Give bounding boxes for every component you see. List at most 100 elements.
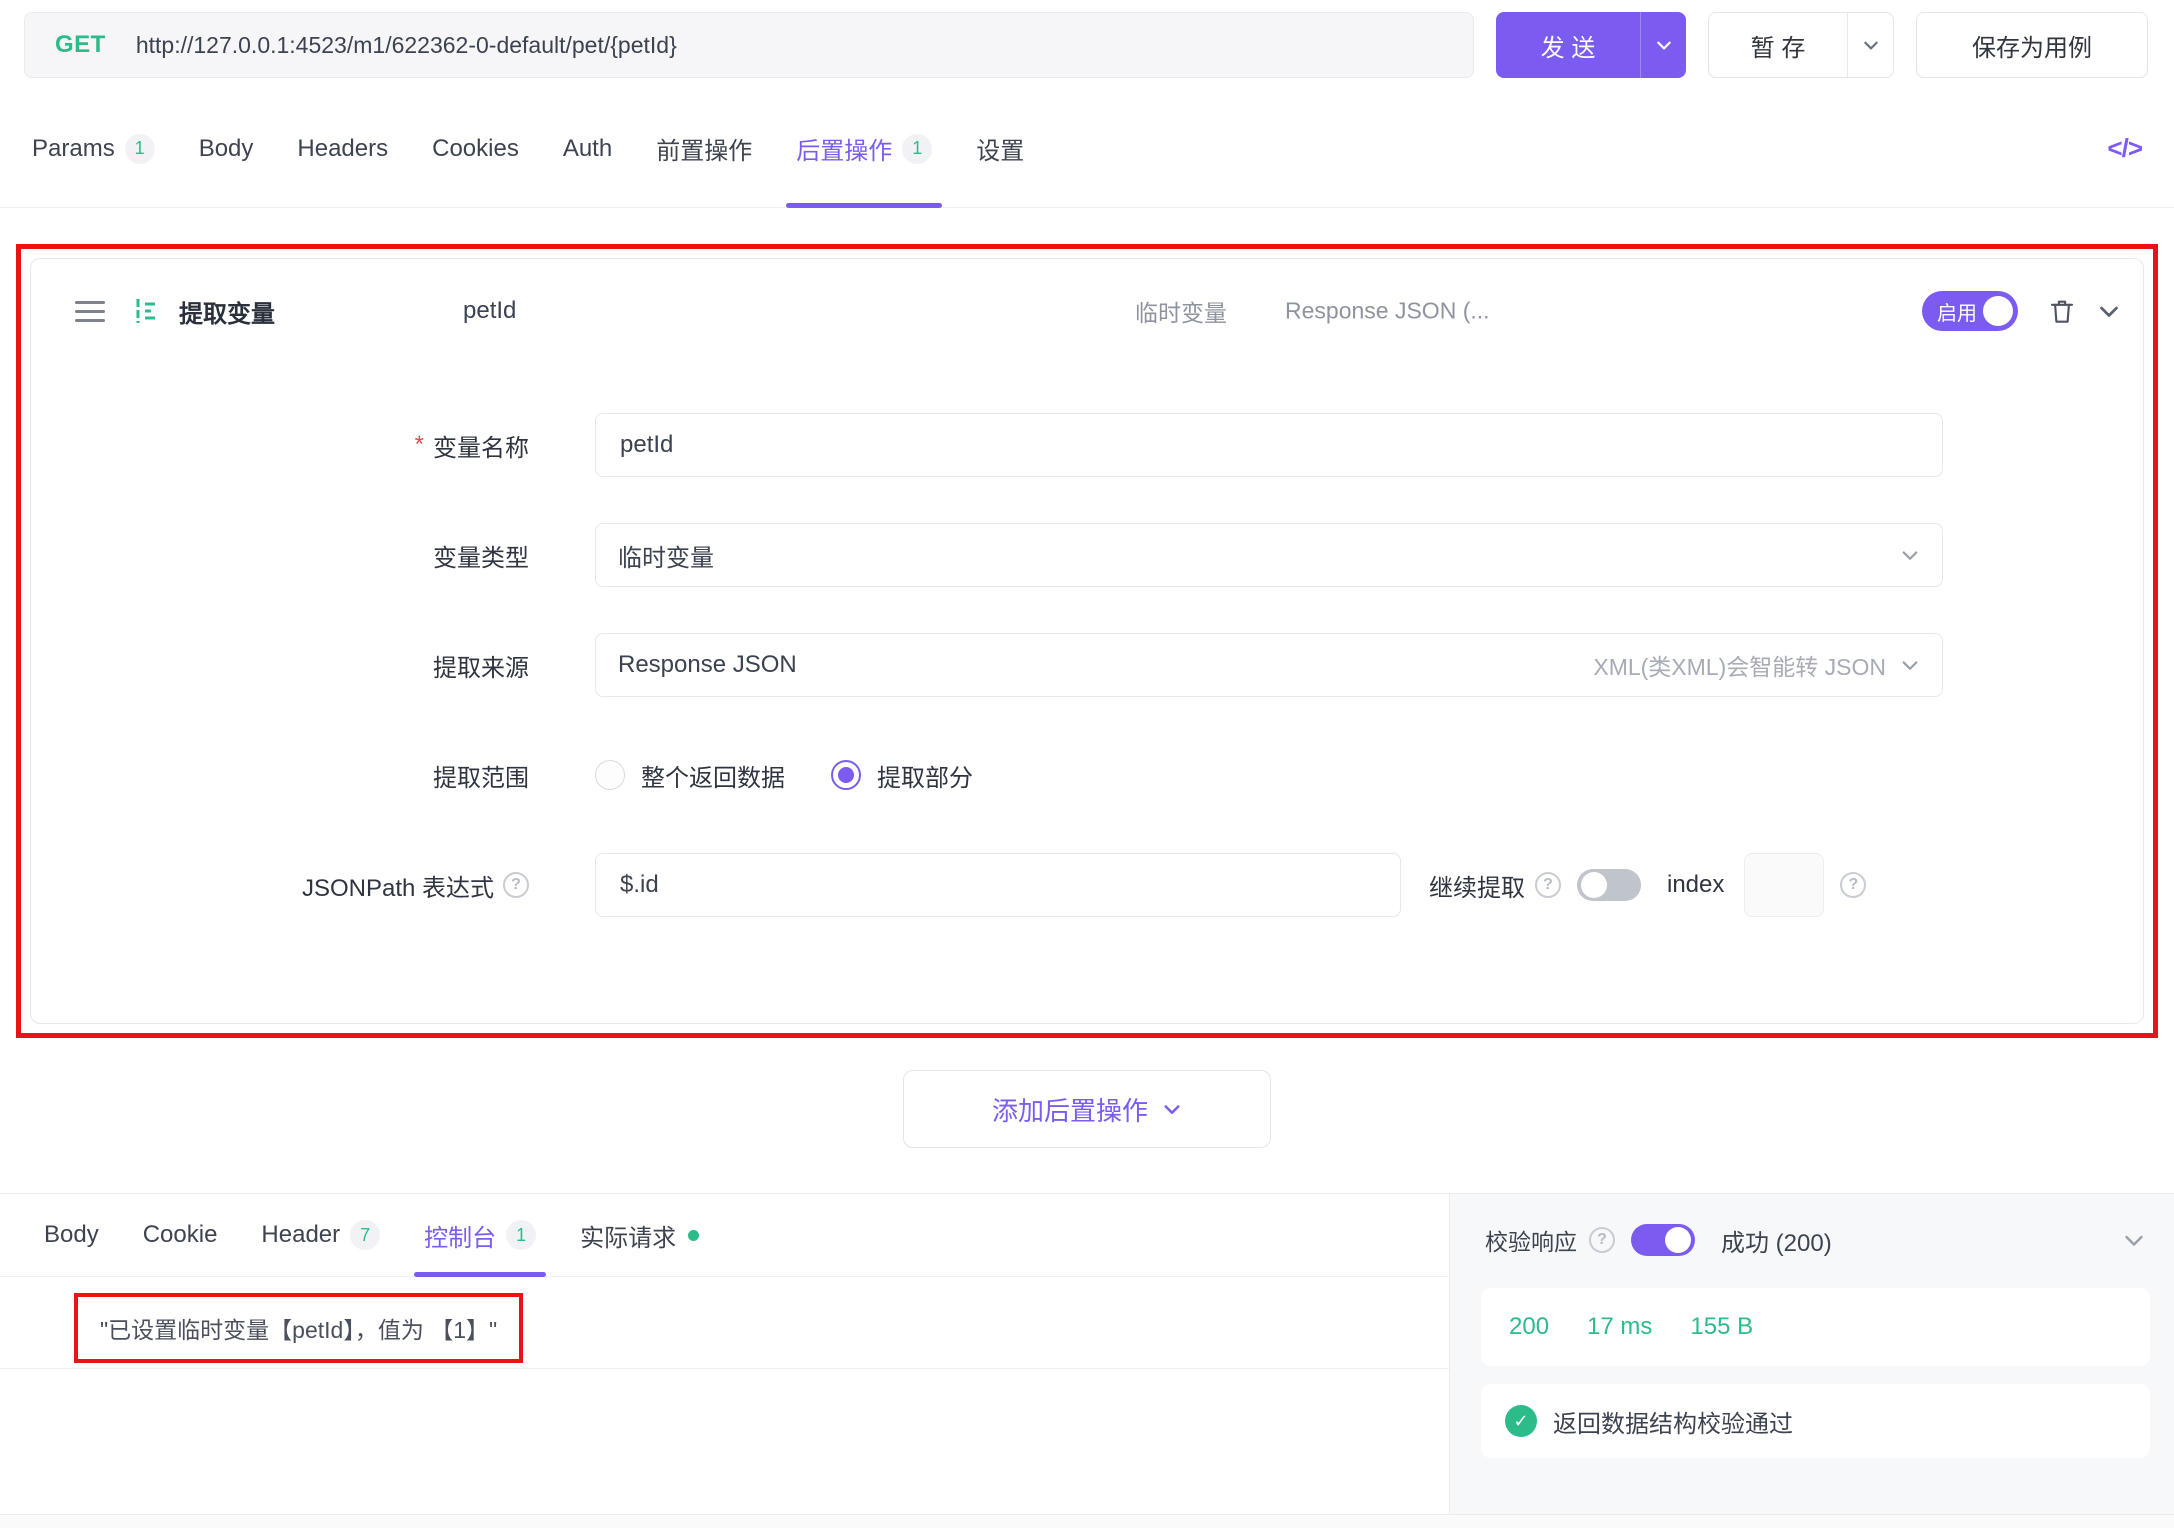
save-as-case-button[interactable]: 保存为用例	[1916, 12, 2148, 78]
index-help-icon[interactable]: ?	[1840, 872, 1866, 898]
window-bottom-strip	[0, 1514, 2174, 1528]
tab-cookies-label: Cookies	[432, 135, 519, 163]
form-row-source: 提取来源 Response JSON XML(类XML)会智能转 JSON	[31, 633, 2143, 697]
console-log-line: "已设置临时变量【petId】，值为 【1】"	[100, 1311, 497, 1345]
collapse-chevron-icon[interactable]	[2097, 299, 2121, 323]
tab-pre-actions[interactable]: 前置操作	[656, 90, 752, 207]
tab-response-header-label: Header	[261, 1221, 340, 1249]
response-validation-pane: 校验响应 ? 成功 (200) 200 17 ms 155 B ✓ 返回数据结构…	[1450, 1194, 2174, 1514]
summary-extract-source: Response JSON (...	[1285, 298, 1490, 325]
response-stats-card: 200 17 ms 155 B	[1481, 1288, 2150, 1366]
scope-field-label: 提取范围	[433, 758, 529, 793]
send-button[interactable]: 发 送	[1496, 12, 1686, 78]
tab-actual-request[interactable]: 实际请求	[580, 1194, 699, 1276]
enable-toggle-knob	[1983, 296, 2013, 326]
extract-variable-name: petId	[463, 297, 516, 325]
tab-pre-actions-label: 前置操作	[656, 131, 752, 166]
url-bar[interactable]: GET	[24, 12, 1474, 78]
tab-params[interactable]: Params 1	[32, 90, 155, 207]
tab-response-header[interactable]: Header 7	[261, 1194, 380, 1276]
continue-extract-toggle[interactable]	[1577, 869, 1641, 901]
code-view-icon[interactable]: </>	[2107, 133, 2142, 164]
continue-extract-help-icon[interactable]: ?	[1535, 872, 1561, 898]
jsonpath-help-icon[interactable]: ?	[503, 872, 529, 898]
form-row-name: * 变量名称	[31, 413, 2143, 477]
type-field-label: 变量类型	[433, 538, 529, 573]
response-size: 155 B	[1690, 1313, 1753, 1341]
source-field-label: 提取来源	[433, 648, 529, 683]
tab-auth-label: Auth	[563, 135, 612, 163]
response-tabs: Body Cookie Header 7 控制台 1 实际请求	[0, 1194, 1449, 1277]
response-time: 17 ms	[1587, 1313, 1652, 1341]
extract-variable-card: 提取变量 petId 临时变量 Response JSON (... 启用	[30, 258, 2144, 1024]
validate-response-toggle[interactable]	[1631, 1224, 1695, 1256]
tab-settings[interactable]: 设置	[976, 90, 1024, 207]
api-request-page: GET 发 送 暂 存 保存为用例 Params 1 Body Headers …	[0, 0, 2174, 1528]
response-status-text: 成功 (200)	[1721, 1223, 1832, 1258]
card-title: 提取变量	[179, 294, 275, 329]
response-left-pane: Body Cookie Header 7 控制台 1 实际请求 "已设置临时变量…	[0, 1194, 1450, 1514]
radio-whole-response-label: 整个返回数据	[641, 758, 785, 793]
tab-response-cookie[interactable]: Cookie	[143, 1194, 218, 1276]
drag-handle-icon[interactable]	[75, 301, 105, 322]
validate-response-help-icon[interactable]: ?	[1589, 1227, 1615, 1253]
console-output: "已设置临时变量【petId】，值为 【1】"	[0, 1277, 1449, 1369]
send-dropdown-caret-icon[interactable]	[1640, 12, 1686, 78]
url-input[interactable]	[134, 31, 1443, 60]
tab-console[interactable]: 控制台 1	[424, 1194, 536, 1276]
tab-post-actions[interactable]: 后置操作 1	[796, 90, 932, 207]
continue-extract-label: 继续提取	[1429, 868, 1525, 903]
tab-auth[interactable]: Auth	[563, 90, 612, 207]
add-post-action-label: 添加后置操作	[992, 1091, 1148, 1128]
validation-collapse-chevron-icon[interactable]	[2122, 1228, 2146, 1252]
tab-response-body-label: Body	[44, 1221, 99, 1249]
extract-source-value: Response JSON	[618, 651, 797, 679]
schema-validation-result: 返回数据结构校验通过	[1553, 1404, 1793, 1439]
tab-post-actions-label: 后置操作	[796, 131, 892, 166]
add-post-action-button[interactable]: 添加后置操作	[903, 1070, 1271, 1148]
tab-post-actions-badge: 1	[902, 134, 932, 164]
jsonpath-input[interactable]	[595, 853, 1401, 917]
check-circle-icon: ✓	[1505, 1405, 1537, 1437]
tab-params-badge: 1	[125, 134, 155, 164]
radio-extract-part-label: 提取部分	[877, 758, 973, 793]
schema-validation-card: ✓ 返回数据结构校验通过	[1481, 1384, 2150, 1458]
extract-variable-icon	[131, 296, 161, 326]
request-tabs: Params 1 Body Headers Cookies Auth 前置操作 …	[0, 90, 2174, 208]
tab-response-body[interactable]: Body	[44, 1194, 99, 1276]
validate-response-label: 校验响应	[1485, 1223, 1577, 1257]
variable-type-value: 临时变量	[618, 538, 714, 573]
tab-cookies[interactable]: Cookies	[432, 90, 519, 207]
extract-source-hint: XML(类XML)会智能转 JSON	[1593, 648, 1886, 682]
console-annotation-red-box: "已设置临时变量【petId】，值为 【1】"	[74, 1293, 523, 1363]
stash-dropdown-caret-icon[interactable]	[1847, 13, 1893, 77]
stash-button[interactable]: 暂 存	[1708, 12, 1894, 78]
status-code: 200	[1509, 1313, 1549, 1341]
form-row-scope: 提取范围 整个返回数据 提取部分	[31, 743, 2143, 807]
radio-whole-response[interactable]: 整个返回数据	[595, 758, 785, 793]
radio-circle-checked	[831, 760, 861, 790]
required-mark: *	[415, 431, 424, 459]
annotation-red-box: 提取变量 petId 临时变量 Response JSON (... 启用	[16, 244, 2158, 1038]
tab-headers-label: Headers	[297, 135, 388, 163]
tab-console-badge: 1	[506, 1220, 536, 1250]
extract-source-select[interactable]: Response JSON XML(类XML)会智能转 JSON	[595, 633, 1943, 697]
variable-type-select[interactable]: 临时变量	[595, 523, 1943, 587]
name-field-label: 变量名称	[433, 428, 529, 463]
index-input[interactable]	[1744, 853, 1824, 917]
stash-button-label: 暂 存	[1709, 13, 1847, 77]
http-method-label[interactable]: GET	[55, 31, 106, 59]
send-button-label: 发 送	[1496, 12, 1640, 78]
tab-settings-label: 设置	[976, 131, 1024, 166]
tab-body[interactable]: Body	[199, 90, 254, 207]
variable-name-input[interactable]	[595, 413, 1943, 477]
form-row-jsonpath: JSONPath 表达式 ? 继续提取 ? index	[31, 853, 2143, 917]
radio-extract-part[interactable]: 提取部分	[831, 758, 973, 793]
tab-headers[interactable]: Headers	[297, 90, 388, 207]
summary-variable-type: 临时变量	[1135, 294, 1227, 328]
form-row-type: 变量类型 临时变量	[31, 523, 2143, 587]
enable-toggle[interactable]: 启用	[1922, 291, 2018, 331]
extract-variable-card-header: 提取变量 petId 临时变量 Response JSON (... 启用	[31, 259, 2143, 363]
tab-actual-request-label: 实际请求	[580, 1218, 676, 1253]
delete-icon[interactable]	[2047, 296, 2077, 326]
